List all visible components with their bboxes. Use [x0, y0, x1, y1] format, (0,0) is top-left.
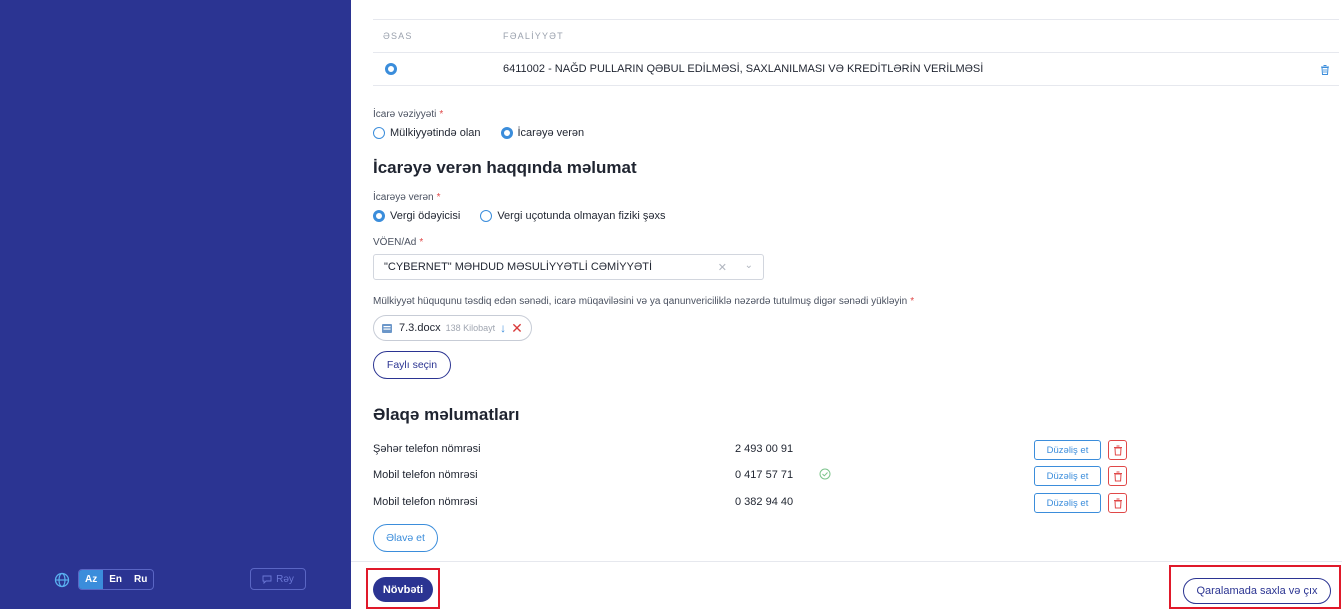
file-icon	[382, 324, 392, 333]
lang-en-button[interactable]: En	[103, 570, 128, 589]
radio-circle[interactable]	[500, 127, 513, 139]
header-activity: FƏALİYYƏT	[503, 31, 564, 41]
globe-icon	[54, 572, 70, 588]
file-name: 7.3.docx	[399, 322, 441, 334]
delete-contact-button[interactable]	[1108, 466, 1127, 486]
radio-individual[interactable]: Vergi uçotunda olmayan fiziki şəxs	[480, 210, 665, 222]
lessor-section-title: İcarəyə verən haqqında məlumat	[373, 158, 637, 177]
add-contact-button[interactable]: Əlavə et	[373, 524, 438, 552]
verified-check-icon	[819, 468, 831, 483]
language-switcher: Az En Ru	[54, 569, 155, 590]
voen-select[interactable]: "CYBERNET" MƏHDUD MƏSULİYYƏTLİ CƏMİYYƏTİ…	[373, 254, 764, 280]
edit-contact-button[interactable]: Düzəliş et	[1034, 466, 1101, 486]
feedback-label: Rəy	[276, 573, 294, 585]
contact-value: 0 382 94 40	[735, 496, 794, 508]
activity-table: ƏSAS FƏALİYYƏT 6411002 - NAĞD PULLARIN Q…	[373, 19, 1339, 86]
radio-owned-label: Mülkiyyətində olan	[390, 127, 481, 139]
lessor-type-radio-group: Vergi ödəyicisi Vergi uçotunda olmayan f…	[373, 210, 685, 222]
radio-circle[interactable]	[480, 210, 493, 222]
radio-individual-label: Vergi uçotunda olmayan fiziki şəxs	[497, 210, 666, 222]
remove-file-icon[interactable]: ✕	[511, 320, 523, 337]
edit-contact-button[interactable]: Düzəliş et	[1034, 440, 1101, 460]
header-main: ƏSAS	[383, 31, 413, 41]
trash-icon	[1113, 445, 1122, 455]
contacts-section-title: Əlaqə məlumatları	[373, 405, 520, 424]
contact-value: 2 493 00 91	[735, 443, 794, 455]
trash-icon	[1113, 498, 1122, 508]
main-activity-radio[interactable]	[385, 62, 397, 75]
lang-az-button[interactable]: Az	[79, 570, 104, 589]
radio-lessor-label: İcarəyə verən	[517, 127, 585, 139]
download-icon[interactable]: ↓	[500, 321, 506, 335]
table-row: 6411002 - NAĞD PULLARIN QƏBUL EDİLMƏSİ, …	[373, 53, 1339, 86]
footer-divider	[351, 561, 1342, 562]
feedback-button[interactable]: Rəy	[250, 568, 306, 590]
delete-contact-button[interactable]	[1108, 440, 1127, 460]
delete-contact-button[interactable]	[1108, 493, 1127, 513]
lessor-type-label: İcarəyə verən *	[373, 192, 441, 203]
contact-row: Mobil telefon nömrəsi 0 382 94 40 Düzəli…	[373, 493, 1153, 513]
radio-taxpayer[interactable]: Vergi ödəyicisi	[373, 210, 460, 222]
voen-select-value: "CYBERNET" MƏHDUD MƏSULİYYƏTLİ CƏMİYYƏTİ	[384, 261, 652, 273]
contact-row: Şəhər telefon nömrəsi 2 493 00 91 Düzəli…	[373, 440, 1153, 460]
main-activity-radio-cell	[373, 60, 503, 78]
table-header: ƏSAS FƏALİYYƏT	[373, 19, 1339, 53]
sidebar: Az En Ru Rəy	[0, 0, 351, 609]
lease-status-radio-group: Mülkiyyətində olan İcarəyə verən	[373, 127, 604, 139]
radio-taxpayer-label: Vergi ödəyicisi	[390, 210, 461, 222]
uploaded-file-chip: 7.3.docx 138 Kilobayt ↓ ✕	[373, 315, 532, 341]
radio-circle[interactable]	[373, 210, 385, 222]
voen-label: VÖEN/Ad *	[373, 237, 424, 248]
clear-icon[interactable]: ✕	[718, 261, 727, 274]
activity-text: 6411002 - NAĞD PULLARIN QƏBUL EDİLMƏSİ, …	[503, 63, 984, 75]
document-upload-label: Mülkiyyət hüququnu təsdiq edən sənədi, i…	[373, 296, 915, 307]
contact-row: Mobil telefon nömrəsi 0 417 57 71 Düzəli…	[373, 466, 1153, 486]
comment-icon	[262, 575, 272, 584]
choose-file-button[interactable]: Faylı seçin	[373, 351, 451, 379]
radio-owned[interactable]: Mülkiyyətində olan	[373, 127, 481, 139]
lang-ru-button[interactable]: Ru	[128, 570, 153, 589]
contact-label: Mobil telefon nömrəsi	[373, 496, 478, 508]
save-draft-and-exit-button[interactable]: Qaralamada saxla və çıx	[1183, 578, 1331, 604]
contact-label: Şəhər telefon nömrəsi	[373, 443, 481, 455]
radio-lessor[interactable]: İcarəyə verən	[500, 127, 585, 139]
trash-icon[interactable]	[1319, 63, 1331, 75]
trash-icon	[1113, 471, 1122, 481]
radio-circle[interactable]	[373, 127, 385, 139]
chevron-down-icon[interactable]: ⌄	[745, 260, 753, 271]
language-button-group: Az En Ru	[78, 569, 155, 590]
contact-value: 0 417 57 71	[735, 469, 794, 481]
edit-contact-button[interactable]: Düzəliş et	[1034, 493, 1101, 513]
main-content: ƏSAS FƏALİYYƏT 6411002 - NAĞD PULLARIN Q…	[351, 0, 1342, 609]
contact-label: Mobil telefon nömrəsi	[373, 469, 478, 481]
next-button[interactable]: Növbəti	[373, 577, 433, 602]
file-size: 138 Kilobayt	[445, 323, 496, 333]
lease-status-label: İcarə vəziyyəti *	[373, 109, 444, 120]
